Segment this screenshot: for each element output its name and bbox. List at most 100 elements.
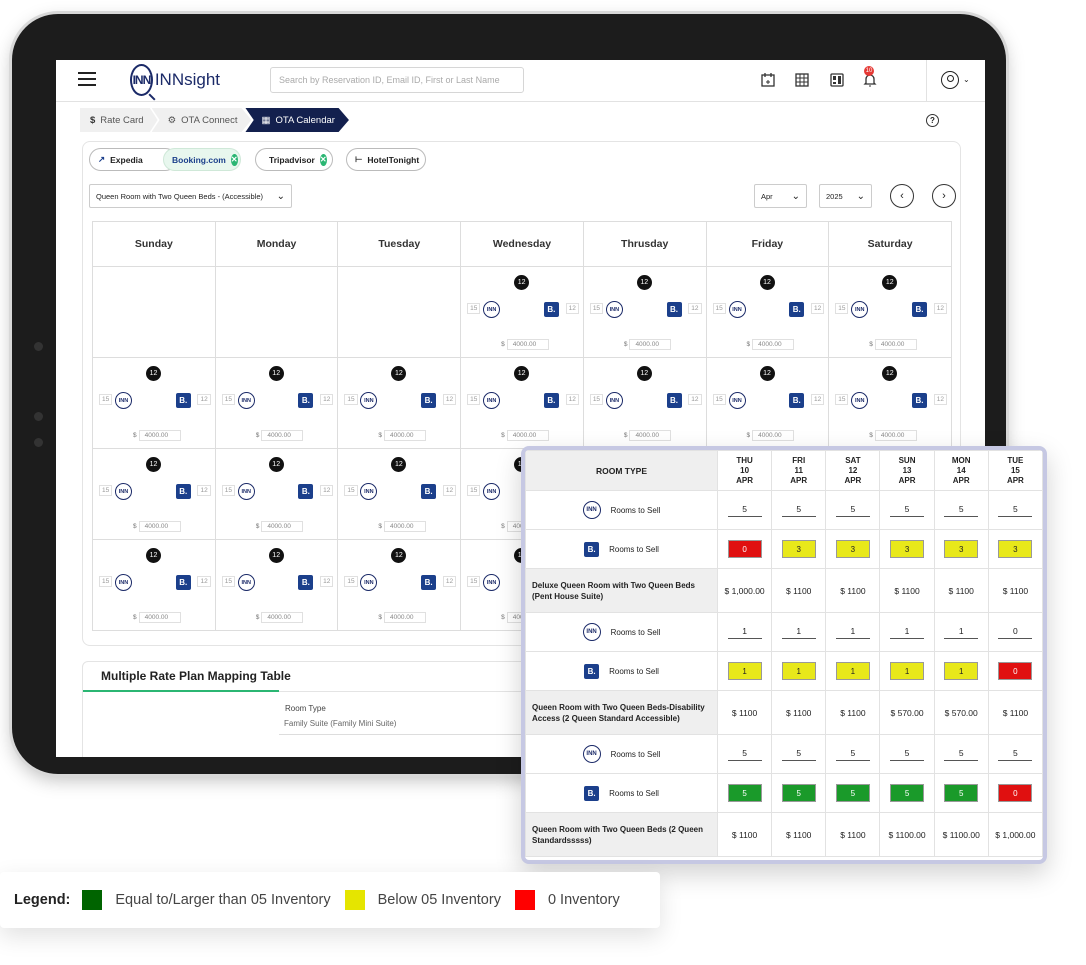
price-field[interactable]: $4000.00: [501, 430, 549, 441]
booking-rooms-cell[interactable]: 1: [716, 651, 773, 691]
calendar-day-cell[interactable]: 12 15INN B. 12 $4000.00: [582, 266, 707, 358]
calendar-day-cell[interactable]: 12 15INN B. 12 $4000.00: [705, 266, 830, 358]
booking-rooms-cell[interactable]: 5: [825, 773, 881, 813]
price-cell[interactable]: $ 1100: [825, 812, 881, 857]
inn-rooms-cell[interactable]: 1: [716, 612, 773, 652]
inn-rooms-cell[interactable]: 5: [879, 490, 935, 530]
grid-icon[interactable]: [794, 72, 810, 88]
inventory-status-box[interactable]: 1: [890, 662, 925, 680]
calendar-day-cell[interactable]: 12 15INN B. 12 $4000.00: [582, 357, 707, 449]
calendar-day-cell[interactable]: 12 15INN B. 12 $4000.00: [337, 539, 462, 631]
price-cell[interactable]: $ 1100: [771, 812, 827, 857]
price-cell[interactable]: $ 1100: [825, 690, 881, 735]
inn-rooms-cell[interactable]: 5: [879, 734, 935, 774]
price-cell[interactable]: $ 1100: [987, 690, 1043, 735]
inventory-status-box[interactable]: 1: [727, 662, 762, 680]
calendar-day-cell[interactable]: [337, 266, 462, 358]
price-field[interactable]: $4000.00: [133, 430, 181, 441]
ota-tripadvisor[interactable]: Tripadvisor ✕: [255, 148, 333, 171]
calendar-day-cell[interactable]: 12 15INN B. 12 $4000.00: [828, 357, 952, 449]
price-cell[interactable]: $ 1,000.00: [716, 568, 773, 613]
inventory-status-box[interactable]: 0: [998, 662, 1033, 680]
price-field[interactable]: $4000.00: [256, 612, 304, 623]
calendar-day-cell[interactable]: 12 15INN B. 12 $4000.00: [460, 357, 584, 449]
booking-rooms-cell[interactable]: 5: [716, 773, 773, 813]
inventory-status-box[interactable]: 3: [944, 540, 979, 558]
price-cell[interactable]: $ 570.00: [879, 690, 935, 735]
inventory-status-box[interactable]: 3: [890, 540, 925, 558]
price-field[interactable]: $4000.00: [869, 430, 917, 441]
booking-rooms-cell[interactable]: 3: [933, 529, 989, 569]
month-select[interactable]: Apr ⌄: [754, 184, 807, 208]
calendar-day-cell[interactable]: [92, 266, 216, 358]
booking-rooms-cell[interactable]: 3: [879, 529, 935, 569]
price-cell[interactable]: $ 1100: [987, 568, 1043, 613]
help-icon[interactable]: ?: [926, 114, 939, 127]
inn-rooms-cell[interactable]: 5: [987, 490, 1043, 530]
breadcrumb-rate-card[interactable]: $ Rate Card: [80, 108, 158, 132]
booking-rooms-cell[interactable]: 1: [879, 651, 935, 691]
calendar-day-cell[interactable]: 12 15INN B. 12 $4000.00: [705, 357, 830, 449]
prev-month-button[interactable]: ‹: [890, 184, 914, 208]
inn-rooms-cell[interactable]: 5: [933, 490, 989, 530]
inn-rooms-cell[interactable]: 1: [771, 612, 827, 652]
calendar-day-cell[interactable]: 12 15INN B. 12 $4000.00: [214, 539, 339, 631]
price-cell[interactable]: $ 1100: [771, 568, 827, 613]
inn-rooms-cell[interactable]: 1: [825, 612, 881, 652]
calendar-day-cell[interactable]: 12 15INN B. 12 $4000.00: [214, 448, 339, 540]
booking-rooms-cell[interactable]: 0: [987, 773, 1043, 813]
calendar-day-cell[interactable]: 12 15INN B. 12 $4000.00: [214, 357, 339, 449]
price-cell[interactable]: $ 1,000.00: [987, 812, 1043, 857]
price-field[interactable]: $4000.00: [747, 430, 795, 441]
inventory-status-box[interactable]: 5: [944, 784, 979, 802]
price-cell[interactable]: $ 1100: [716, 812, 773, 857]
price-cell[interactable]: $ 1100: [716, 690, 773, 735]
room-select[interactable]: Queen Room with Two Queen Beds - (Access…: [89, 184, 292, 208]
price-field[interactable]: $4000.00: [378, 612, 427, 623]
price-field[interactable]: $4000.00: [133, 521, 181, 532]
inventory-status-box[interactable]: 1: [835, 662, 870, 680]
inn-rooms-cell[interactable]: 0: [987, 612, 1043, 652]
inventory-status-box[interactable]: 5: [835, 784, 870, 802]
price-field[interactable]: $4000.00: [133, 612, 181, 623]
search-input[interactable]: Search by Reservation ID, Email ID, Firs…: [270, 67, 524, 93]
inn-rooms-cell[interactable]: 5: [771, 734, 827, 774]
inventory-status-box[interactable]: 0: [727, 540, 762, 558]
price-cell[interactable]: $ 1100: [879, 568, 935, 613]
calendar-day-cell[interactable]: 12 15INN B. 12 $4000.00: [337, 448, 462, 540]
price-cell[interactable]: $ 1100.00: [933, 812, 989, 857]
price-field[interactable]: $4000.00: [869, 339, 917, 350]
price-cell[interactable]: $ 1100: [933, 568, 989, 613]
breadcrumb-ota-calendar[interactable]: ▦ OTA Calendar: [245, 108, 349, 132]
inventory-status-box[interactable]: 3: [998, 540, 1033, 558]
inn-rooms-cell[interactable]: 5: [933, 734, 989, 774]
chevron-down-icon[interactable]: ⌄: [963, 75, 970, 84]
calendar-day-cell[interactable]: 12 15INN B. 12 $4000.00: [92, 357, 216, 449]
year-select[interactable]: 2025 ⌄: [819, 184, 872, 208]
inn-rooms-cell[interactable]: 5: [825, 490, 881, 530]
booking-rooms-cell[interactable]: 1: [825, 651, 881, 691]
ota-booking[interactable]: Booking.com ✕: [163, 148, 241, 171]
dashboard-icon[interactable]: [829, 72, 845, 88]
price-field[interactable]: $4000.00: [624, 339, 672, 350]
calendar-day-cell[interactable]: 12 15INN B. 12 $4000.00: [460, 266, 584, 358]
price-cell[interactable]: $ 1100.00: [879, 812, 935, 857]
inventory-status-box[interactable]: 1: [781, 662, 816, 680]
booking-rooms-cell[interactable]: 3: [987, 529, 1043, 569]
booking-rooms-cell[interactable]: 5: [771, 773, 827, 813]
inventory-status-box[interactable]: 3: [781, 540, 816, 558]
booking-rooms-cell[interactable]: 5: [933, 773, 989, 813]
inn-rooms-cell[interactable]: 5: [716, 490, 773, 530]
price-field[interactable]: $4000.00: [624, 430, 672, 441]
next-month-button[interactable]: ›: [932, 184, 956, 208]
booking-rooms-cell[interactable]: 3: [771, 529, 827, 569]
price-field[interactable]: $4000.00: [501, 339, 549, 350]
breadcrumb-ota-connect[interactable]: ⚙ OTA Connect: [151, 108, 252, 132]
booking-rooms-cell[interactable]: 0: [987, 651, 1043, 691]
inn-rooms-cell[interactable]: 5: [771, 490, 827, 530]
inventory-status-box[interactable]: 0: [998, 784, 1033, 802]
inn-rooms-cell[interactable]: 5: [987, 734, 1043, 774]
price-field[interactable]: $4000.00: [378, 521, 427, 532]
price-field[interactable]: $4000.00: [256, 430, 304, 441]
calendar-icon[interactable]: [760, 72, 776, 88]
